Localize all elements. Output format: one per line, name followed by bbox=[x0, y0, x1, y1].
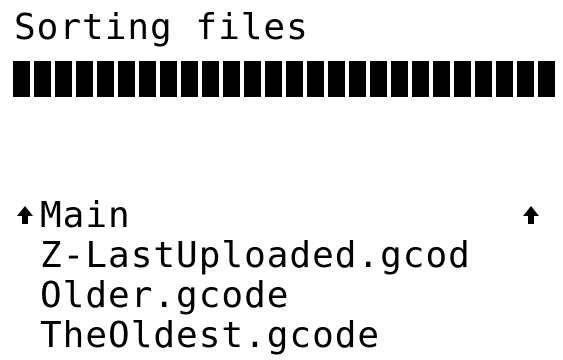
progress-block bbox=[349, 61, 366, 97]
progress-block bbox=[118, 61, 135, 97]
progress-block bbox=[433, 61, 450, 97]
up-arrow-icon bbox=[14, 198, 36, 234]
progress-block bbox=[496, 61, 513, 97]
progress-block bbox=[286, 61, 303, 97]
menu-item-main[interactable]: Main bbox=[14, 196, 563, 236]
up-arrow-icon bbox=[520, 198, 542, 234]
menu-item-file[interactable]: TheOldest.gcode bbox=[14, 316, 563, 356]
progress-block bbox=[13, 61, 30, 97]
progress-block bbox=[244, 61, 261, 97]
progress-block bbox=[412, 61, 429, 97]
file-menu: Main Z-LastUploaded.gcod Older.gcode The… bbox=[14, 196, 563, 356]
progress-block bbox=[475, 61, 492, 97]
progress-block bbox=[370, 61, 387, 97]
progress-block bbox=[223, 61, 240, 97]
menu-item-file[interactable]: Older.gcode bbox=[14, 276, 563, 316]
menu-item-file[interactable]: Z-LastUploaded.gcod bbox=[14, 236, 563, 276]
menu-item-label: Z-LastUploaded.gcod bbox=[40, 235, 471, 276]
progress-block bbox=[34, 61, 51, 97]
progress-block bbox=[76, 61, 93, 97]
status-title: Sorting files bbox=[14, 7, 309, 48]
lcd-screen: Sorting files Main Z-LastUploaded.gcod O… bbox=[0, 0, 563, 360]
progress-block bbox=[391, 61, 408, 97]
progress-block bbox=[328, 61, 345, 97]
progress-block bbox=[538, 61, 555, 97]
progress-block bbox=[265, 61, 282, 97]
progress-block bbox=[55, 61, 72, 97]
progress-block bbox=[307, 61, 324, 97]
menu-item-label: TheOldest.gcode bbox=[40, 315, 381, 356]
progress-block bbox=[97, 61, 114, 97]
menu-item-label: Older.gcode bbox=[40, 275, 290, 316]
progress-block bbox=[454, 61, 471, 97]
sorting-progress-bar bbox=[13, 61, 563, 97]
menu-item-label: Main bbox=[40, 195, 131, 236]
progress-block bbox=[181, 61, 198, 97]
progress-block bbox=[139, 61, 156, 97]
progress-block bbox=[517, 61, 534, 97]
progress-block bbox=[202, 61, 219, 97]
progress-block bbox=[160, 61, 177, 97]
